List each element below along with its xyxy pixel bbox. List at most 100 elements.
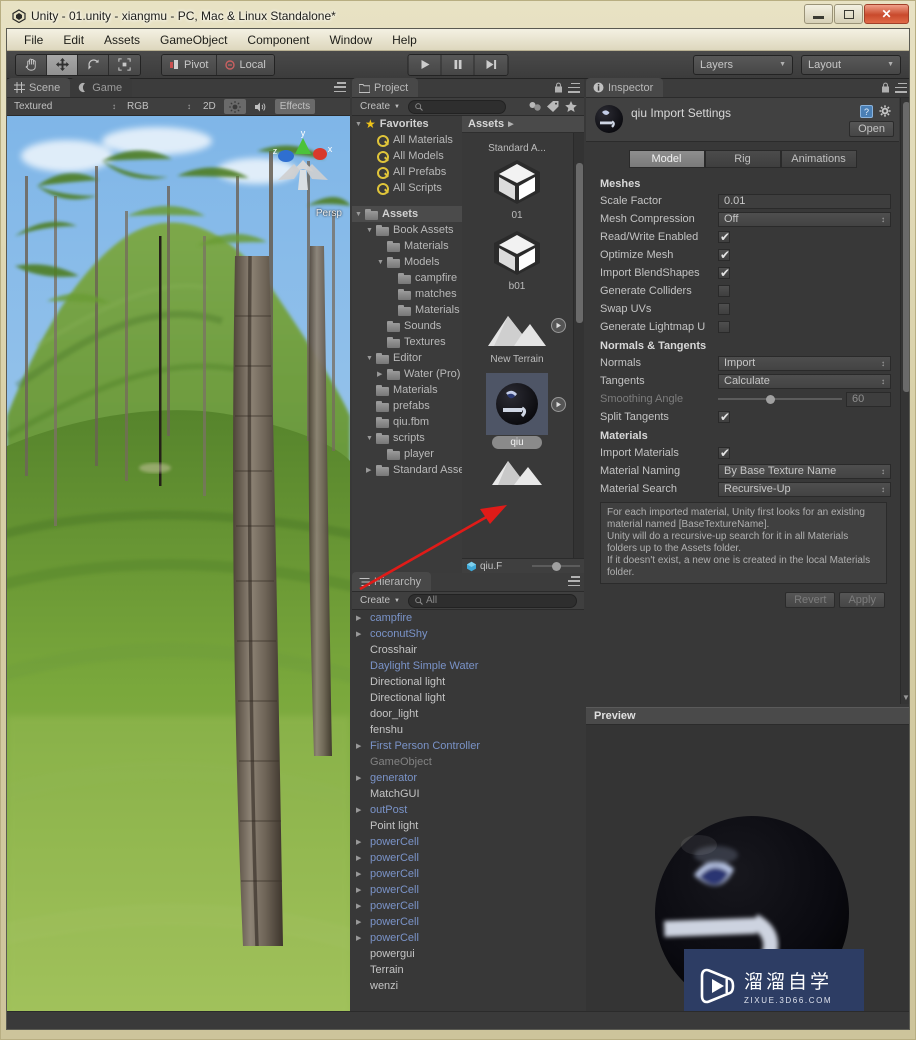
disclosure-triangle-icon[interactable] — [356, 902, 366, 910]
asset-grid-scrollbar[interactable] — [573, 133, 584, 558]
disclosure-triangle-icon[interactable] — [356, 614, 366, 622]
hierarchy-item[interactable]: powerCell — [352, 834, 584, 850]
asset-item-new-terrain[interactable]: New Terrain — [462, 304, 572, 365]
hierarchy-item[interactable]: Terrain — [352, 962, 584, 978]
create-menu-button[interactable]: Create ▼ — [355, 99, 405, 114]
hierarchy-item[interactable]: wenzi — [352, 978, 584, 994]
project-folder-tree[interactable]: ★FavoritesAll MaterialsAll ModelsAll Pre… — [352, 116, 462, 573]
hierarchy-item[interactable]: coconutShy — [352, 626, 584, 642]
hierarchy-item[interactable]: Point light — [352, 818, 584, 834]
layout-dropdown[interactable]: Layout ▼ — [801, 55, 901, 75]
hierarchy-item[interactable]: Crosshair — [352, 642, 584, 658]
project-tree-item[interactable]: Assets — [352, 206, 462, 222]
project-tree-item[interactable]: Materials — [352, 382, 462, 398]
disclosure-triangle-icon[interactable] — [356, 774, 366, 782]
close-button[interactable]: ✕ — [864, 4, 909, 24]
project-tree-item[interactable]: prefabs — [352, 398, 462, 414]
disclosure-triangle-icon[interactable] — [366, 355, 376, 362]
rotate-tool-button[interactable] — [78, 55, 109, 75]
disclosure-triangle-icon[interactable] — [356, 742, 366, 750]
hierarchy-item[interactable]: GameObject — [352, 754, 584, 770]
preview-header[interactable]: Preview — [586, 707, 910, 725]
project-tree-item[interactable]: Sounds — [352, 318, 462, 334]
asset-preview-badge-icon[interactable] — [551, 397, 566, 412]
project-tree-item[interactable]: Textures — [352, 334, 462, 350]
menu-item-file[interactable]: File — [15, 31, 52, 49]
hierarchy-item[interactable]: Daylight Simple Water — [352, 658, 584, 674]
hierarchy-item[interactable]: powerCell — [352, 850, 584, 866]
project-asset-grid[interactable]: Assets ▶ Standard A... 01 — [462, 116, 584, 573]
import-blendshapes-checkbox[interactable] — [718, 267, 730, 279]
normals-dropdown[interactable]: Import ↕ — [718, 356, 891, 371]
restore-button[interactable] — [834, 4, 863, 24]
menu-item-help[interactable]: Help — [383, 31, 426, 49]
project-tree-item[interactable]: campfire — [352, 270, 462, 286]
project-tree-item[interactable]: Water (Pro) — [352, 366, 462, 382]
tab-hierarchy[interactable]: Hierarchy — [352, 572, 431, 591]
disclosure-triangle-icon[interactable] — [356, 886, 366, 894]
tab-model[interactable]: Model — [629, 150, 705, 168]
disclosure-triangle-icon[interactable] — [356, 918, 366, 926]
disclosure-triangle-icon[interactable] — [356, 630, 366, 638]
scrollbar-thumb[interactable] — [576, 163, 583, 323]
disclosure-triangle-icon[interactable] — [356, 854, 366, 862]
tab-game[interactable]: Game — [70, 78, 132, 97]
swap-uvs-checkbox[interactable] — [718, 303, 730, 315]
hierarchy-item[interactable]: MatchGUI — [352, 786, 584, 802]
hierarchy-list[interactable]: campfirecoconutShyCrosshairDaylight Simp… — [352, 610, 584, 1016]
hierarchy-item[interactable]: fenshu — [352, 722, 584, 738]
menu-item-window[interactable]: Window — [320, 31, 381, 49]
project-tree-item[interactable]: Editor — [352, 350, 462, 366]
asset-item-standard-assets[interactable]: Standard A... — [462, 143, 572, 154]
panel-menu-icon[interactable] — [568, 83, 580, 93]
hierarchy-item[interactable]: powerCell — [352, 914, 584, 930]
asset-item-qiu[interactable]: qiu — [462, 373, 572, 449]
inspector-tab-controls[interactable] — [881, 82, 907, 93]
scene-viewport[interactable]: y x z Persp — [7, 116, 350, 1030]
menu-item-component[interactable]: Component — [238, 31, 318, 49]
hierarchy-item[interactable]: powerCell — [352, 898, 584, 914]
scrollbar-thumb[interactable] — [903, 102, 910, 392]
disclosure-triangle-icon[interactable] — [366, 466, 376, 474]
hierarchy-item[interactable]: outPost — [352, 802, 584, 818]
pivot-toggle[interactable]: Pivot — [162, 55, 217, 75]
hierarchy-tab-menu[interactable] — [568, 576, 580, 586]
project-tree-item[interactable]: matches — [352, 286, 462, 302]
layers-dropdown[interactable]: Layers ▼ — [693, 55, 793, 75]
filter-label-icon[interactable] — [546, 100, 560, 113]
menu-item-gameobject[interactable]: GameObject — [151, 31, 236, 49]
project-search-input[interactable] — [408, 100, 506, 114]
import-materials-checkbox[interactable] — [718, 447, 730, 459]
tab-animations[interactable]: Animations — [781, 150, 857, 168]
inspector-scrollbar[interactable]: ▼ — [900, 98, 910, 704]
hierarchy-item[interactable]: Directional light — [352, 690, 584, 706]
asset-item-b01[interactable]: b01 — [462, 227, 572, 292]
project-tree-item[interactable]: All Models — [352, 148, 462, 164]
split-tangents-checkbox[interactable] — [718, 411, 730, 423]
disclosure-triangle-icon[interactable] — [355, 121, 365, 128]
disclosure-triangle-icon[interactable] — [377, 259, 387, 266]
hierarchy-item[interactable]: door_light — [352, 706, 584, 722]
disclosure-triangle-icon[interactable] — [377, 370, 387, 378]
tab-rig[interactable]: Rig — [705, 150, 781, 168]
project-tree-item[interactable]: scripts — [352, 430, 462, 446]
project-tree-item[interactable]: Standard Assets — [352, 462, 462, 478]
hierarchy-item[interactable]: powerCell — [352, 882, 584, 898]
panel-menu-icon[interactable] — [568, 576, 580, 586]
help-book-icon[interactable]: ? — [860, 105, 873, 121]
minimize-button[interactable] — [804, 4, 833, 24]
project-breadcrumb[interactable]: Assets ▶ — [462, 116, 584, 133]
hierarchy-item[interactable]: Directional light — [352, 674, 584, 690]
disclosure-triangle-icon[interactable] — [356, 806, 366, 814]
icon-size-slider[interactable] — [532, 559, 580, 574]
scene-tab-menu[interactable] — [334, 82, 346, 92]
material-naming-dropdown[interactable]: By Base Texture Name ↕ — [718, 464, 891, 479]
filter-type-icon[interactable] — [528, 100, 542, 113]
pause-button[interactable] — [442, 55, 475, 75]
toggle-lighting[interactable] — [224, 99, 246, 114]
smoothing-angle-slider[interactable] — [718, 392, 842, 407]
step-button[interactable] — [475, 55, 508, 75]
project-tree-item[interactable]: Materials — [352, 238, 462, 254]
move-tool-button[interactable] — [47, 55, 78, 75]
play-button[interactable] — [409, 55, 442, 75]
